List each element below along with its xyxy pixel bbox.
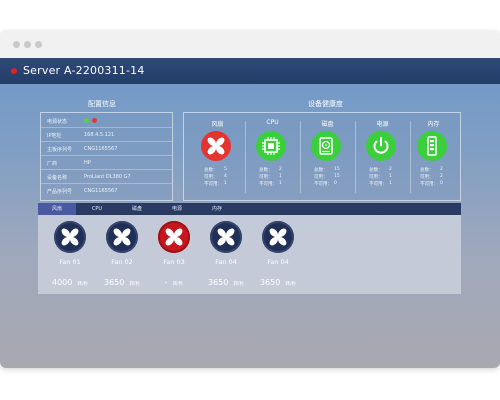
health-column-disk[interactable]: 磁盘 总数： 15 可用： 15 不可用： 0: [300, 113, 355, 202]
health-column-cpu[interactable]: CPU 总数： 2 可用： 1 不可用： 1: [245, 113, 300, 202]
fan-icon: [201, 131, 231, 161]
window-control-dot[interactable]: [24, 41, 31, 48]
fan-speed: 3650 转/秒: [104, 278, 140, 287]
config-row-device-name: 设备名称 ProLiant DL380 G7: [41, 171, 172, 184]
server-monitor-app: Server A-2200311-14 配置信息 设备健康度 电源状态 IP地址…: [0, 58, 500, 368]
disk-icon: [311, 131, 341, 161]
fan-item[interactable]: Fan 04 3650 转/秒: [258, 221, 298, 291]
fan-item[interactable]: Fan 02 3650 转/秒: [102, 221, 142, 291]
fan-name: Fan 04: [215, 258, 237, 266]
server-title: Server A-2200311-14: [23, 64, 145, 77]
health-column-fan[interactable]: 风扇 总数： 5 可用： 4 不可用： 1: [190, 113, 245, 202]
tab-cpu[interactable]: CPU: [78, 203, 116, 215]
tab-memory[interactable]: 内存: [198, 203, 236, 215]
fan-icon: [106, 221, 138, 253]
config-label: IP地址: [47, 133, 62, 139]
config-row-ip: IP地址 168.4.5.121: [41, 129, 172, 142]
server-status-dot: [11, 68, 17, 74]
fan-speed: - 转/秒: [164, 278, 184, 287]
memory-icon: [417, 131, 447, 161]
health-panel: 风扇 总数： 5 可用： 4 不可用： 1 CPU 总数： 2 可用： 1 不可…: [183, 112, 461, 201]
fan-item[interactable]: Fan 03 - 转/秒: [154, 221, 194, 291]
config-section-title: 配置信息: [88, 100, 116, 108]
config-value: CNG1165567: [84, 146, 118, 152]
fan-speed: 3650 转/秒: [208, 278, 244, 287]
config-value: ProLiant DL380 G7: [84, 174, 131, 180]
tab-power[interactable]: 电源: [158, 203, 196, 215]
config-label: 厂商: [47, 161, 58, 167]
window-control-dot[interactable]: [13, 41, 20, 48]
power-status-green-icon: [84, 118, 89, 123]
power-icon: [366, 131, 396, 161]
config-row-vendor: 厂商 HP: [41, 157, 172, 170]
tab-fan[interactable]: 风扇: [38, 203, 76, 215]
health-column-title: 电源: [376, 121, 389, 128]
config-row-board-serial: 主板序列号 CNG1165567: [41, 143, 172, 156]
component-tabs: 风扇 CPU 磁盘 电源 内存: [38, 203, 461, 215]
config-value: HP: [84, 160, 91, 166]
fan-item[interactable]: Fan 04 3650 转/秒: [206, 221, 246, 291]
config-value: 168.4.5.121: [84, 132, 115, 138]
config-label: 产品序列号: [47, 189, 73, 195]
config-value: CNG1165567: [84, 188, 118, 194]
health-column-title: 风扇: [211, 121, 224, 128]
health-column-title: 磁盘: [321, 121, 334, 128]
window-control-dot[interactable]: [35, 41, 42, 48]
power-status-red-icon: [92, 118, 97, 123]
window-chrome: [0, 30, 500, 58]
health-column-title: CPU: [266, 119, 279, 126]
fan-icon: [210, 221, 242, 253]
tab-disk[interactable]: 磁盘: [118, 203, 156, 215]
fan-list-panel: Fan 01 4000 转/秒 Fan 02 3650 转/秒 Fan 03 -…: [38, 215, 461, 294]
fan-icon: [158, 221, 190, 253]
browser-window: Server A-2200311-14 配置信息 设备健康度 电源状态 IP地址…: [0, 30, 500, 368]
config-panel: 电源状态 IP地址 168.4.5.121 主板序列号 CNG1165567 厂…: [40, 112, 173, 201]
fan-item[interactable]: Fan 01 4000 转/秒: [50, 221, 90, 291]
health-column-memory[interactable]: 内存 总数： 2 可用： 2 不可用： 0: [406, 113, 461, 202]
health-section-title: 设备健康度: [308, 100, 343, 108]
fan-icon: [262, 221, 294, 253]
health-column-power[interactable]: 电源 总数： 2 可用： 1 不可用： 1: [355, 113, 410, 202]
config-label: 设备名称: [47, 175, 68, 181]
fan-name: Fan 03: [163, 258, 185, 266]
fan-speed: 3650 转/秒: [260, 278, 296, 287]
config-row-product-serial: 产品序列号 CNG1165567: [41, 185, 172, 198]
fan-name: Fan 01: [59, 258, 81, 266]
fan-name: Fan 02: [111, 258, 133, 266]
cpu-icon: [256, 131, 286, 161]
config-label: 电源状态: [47, 119, 68, 125]
server-title-bar: Server A-2200311-14: [0, 58, 500, 84]
fan-speed: 4000 转/秒: [52, 278, 88, 287]
fan-name: Fan 04: [267, 258, 289, 266]
config-row-power: 电源状态: [41, 115, 172, 128]
config-label: 主板序列号: [47, 147, 73, 153]
health-column-title: 内存: [427, 121, 440, 128]
fan-icon: [54, 221, 86, 253]
